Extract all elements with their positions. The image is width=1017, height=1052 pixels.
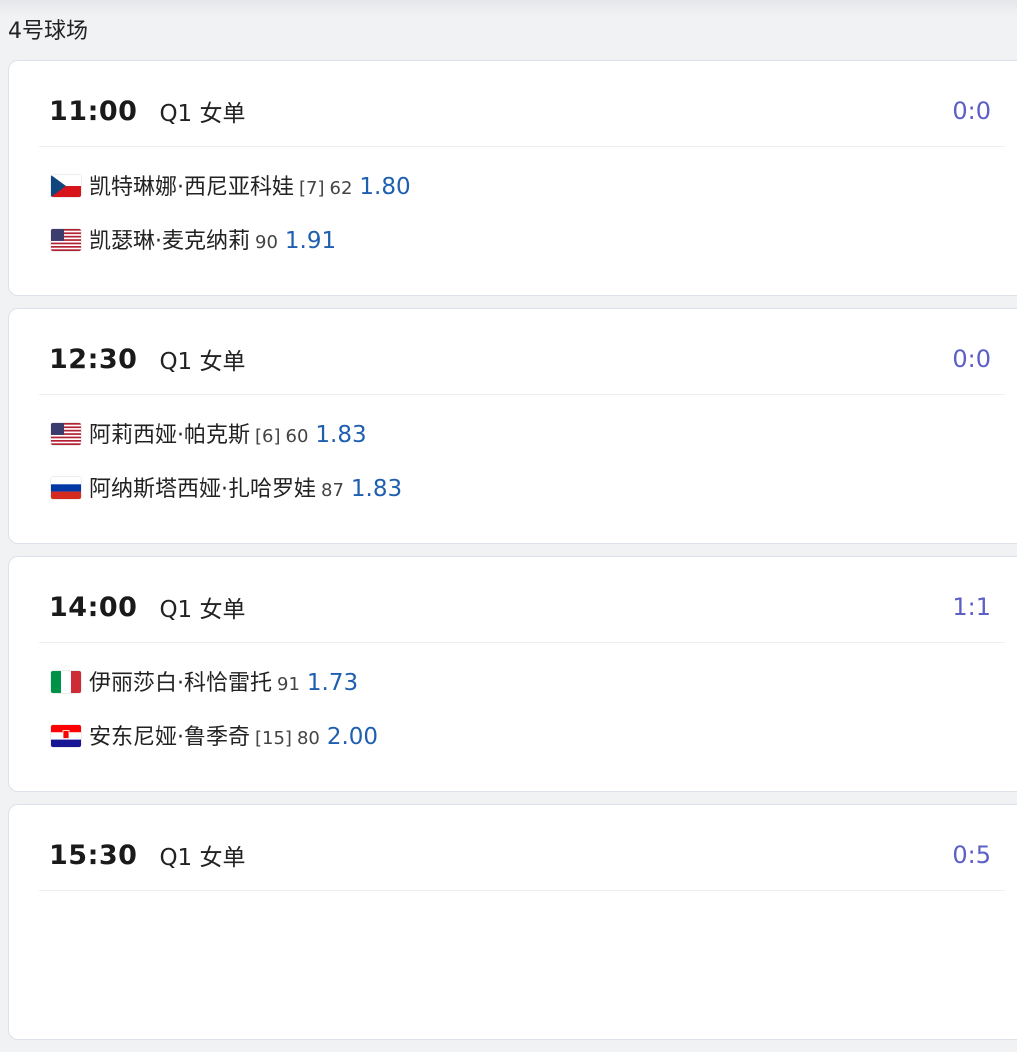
player-seed: [7] <box>299 178 325 199</box>
match-round: Q1 女单 <box>159 845 246 871</box>
match-round: Q1 女单 <box>159 101 246 127</box>
russia-flag-icon <box>51 477 81 499</box>
match-score: 1:1 <box>952 593 991 621</box>
player-seed: [6] <box>255 426 281 447</box>
match-score: 0:0 <box>952 97 991 125</box>
player-row[interactable]: 伊丽莎白·科恰雷托 91 1.73 <box>51 665 358 699</box>
player-rank: 80 <box>296 728 320 749</box>
player-row[interactable]: 凯特琳娜·西尼亚科娃 [7] 62 1.80 <box>51 169 411 203</box>
player-name: 阿纳斯塔西娅·扎哈罗娃 <box>89 477 316 502</box>
player-odds[interactable]: 1.73 <box>307 670 358 696</box>
player-odds[interactable]: 1.91 <box>285 228 336 254</box>
match-card[interactable]: 14:00 Q1 女单 1:1 伊丽莎白·科恰雷托 91 1.73 安东尼娅·鲁… <box>8 556 1017 792</box>
usa-flag-icon <box>51 423 81 445</box>
match-card[interactable]: 12:30 Q1 女单 0:0 阿莉西娅·帕克斯 [6] 60 1.83 阿纳斯… <box>8 308 1017 544</box>
player-row[interactable]: 安东尼娅·鲁季奇 [15] 80 2.00 <box>51 719 378 753</box>
player-name: 凯特琳娜·西尼亚科娃 <box>89 175 294 200</box>
player-rank: 62 <box>329 178 353 199</box>
match-list: 11:00 Q1 女单 0:0 凯特琳娜·西尼亚科娃 [7] 62 1.80 凯… <box>8 60 1017 1052</box>
match-header: 15:30 Q1 女单 0:5 <box>49 835 991 875</box>
player-name: 安东尼娅·鲁季奇 <box>89 725 250 750</box>
player-rank: 90 <box>255 232 278 253</box>
croatia-flag-icon <box>51 725 81 747</box>
divider <box>39 394 1005 395</box>
match-card[interactable]: 11:00 Q1 女单 0:0 凯特琳娜·西尼亚科娃 [7] 62 1.80 凯… <box>8 60 1017 296</box>
match-score: 0:5 <box>952 841 991 869</box>
player-row[interactable]: 阿莉西娅·帕克斯 [6] 60 1.83 <box>51 417 367 451</box>
italy-flag-icon <box>51 671 81 693</box>
player-rank: 60 <box>285 426 309 447</box>
match-score: 0:0 <box>952 345 991 373</box>
divider <box>39 146 1005 147</box>
match-round: Q1 女单 <box>159 597 246 623</box>
player-rank: 87 <box>321 480 344 501</box>
match-header: 11:00 Q1 女单 0:0 <box>49 91 991 131</box>
player-name: 阿莉西娅·帕克斯 <box>89 423 250 448</box>
player-row[interactable]: 凯瑟琳·麦克纳莉 90 1.91 <box>51 223 336 257</box>
divider <box>39 642 1005 643</box>
player-name: 伊丽莎白·科恰雷托 <box>89 671 272 696</box>
match-card[interactable]: 15:30 Q1 女单 0:5 <box>8 804 1017 1040</box>
player-rank: 91 <box>277 674 300 695</box>
player-odds[interactable]: 1.83 <box>351 476 402 502</box>
player-odds[interactable]: 1.83 <box>315 422 366 448</box>
match-header: 14:00 Q1 女单 1:1 <box>49 587 991 627</box>
top-bar-shadow <box>0 0 1017 16</box>
czech-flag-icon <box>51 175 81 197</box>
match-time: 14:00 <box>49 591 138 623</box>
player-seed: [15] <box>255 728 292 749</box>
usa-flag-icon <box>51 229 81 251</box>
match-round: Q1 女单 <box>159 349 246 375</box>
court-title: 4号球场 <box>8 19 88 44</box>
divider <box>39 890 1005 891</box>
player-odds[interactable]: 1.80 <box>359 174 410 200</box>
match-time: 12:30 <box>49 343 138 375</box>
player-odds[interactable]: 2.00 <box>327 724 378 750</box>
player-name: 凯瑟琳·麦克纳莉 <box>89 229 250 254</box>
player-row[interactable]: 阿纳斯塔西娅·扎哈罗娃 87 1.83 <box>51 471 402 505</box>
match-time: 15:30 <box>49 839 138 871</box>
match-header: 12:30 Q1 女单 0:0 <box>49 339 991 379</box>
match-time: 11:00 <box>49 95 138 127</box>
